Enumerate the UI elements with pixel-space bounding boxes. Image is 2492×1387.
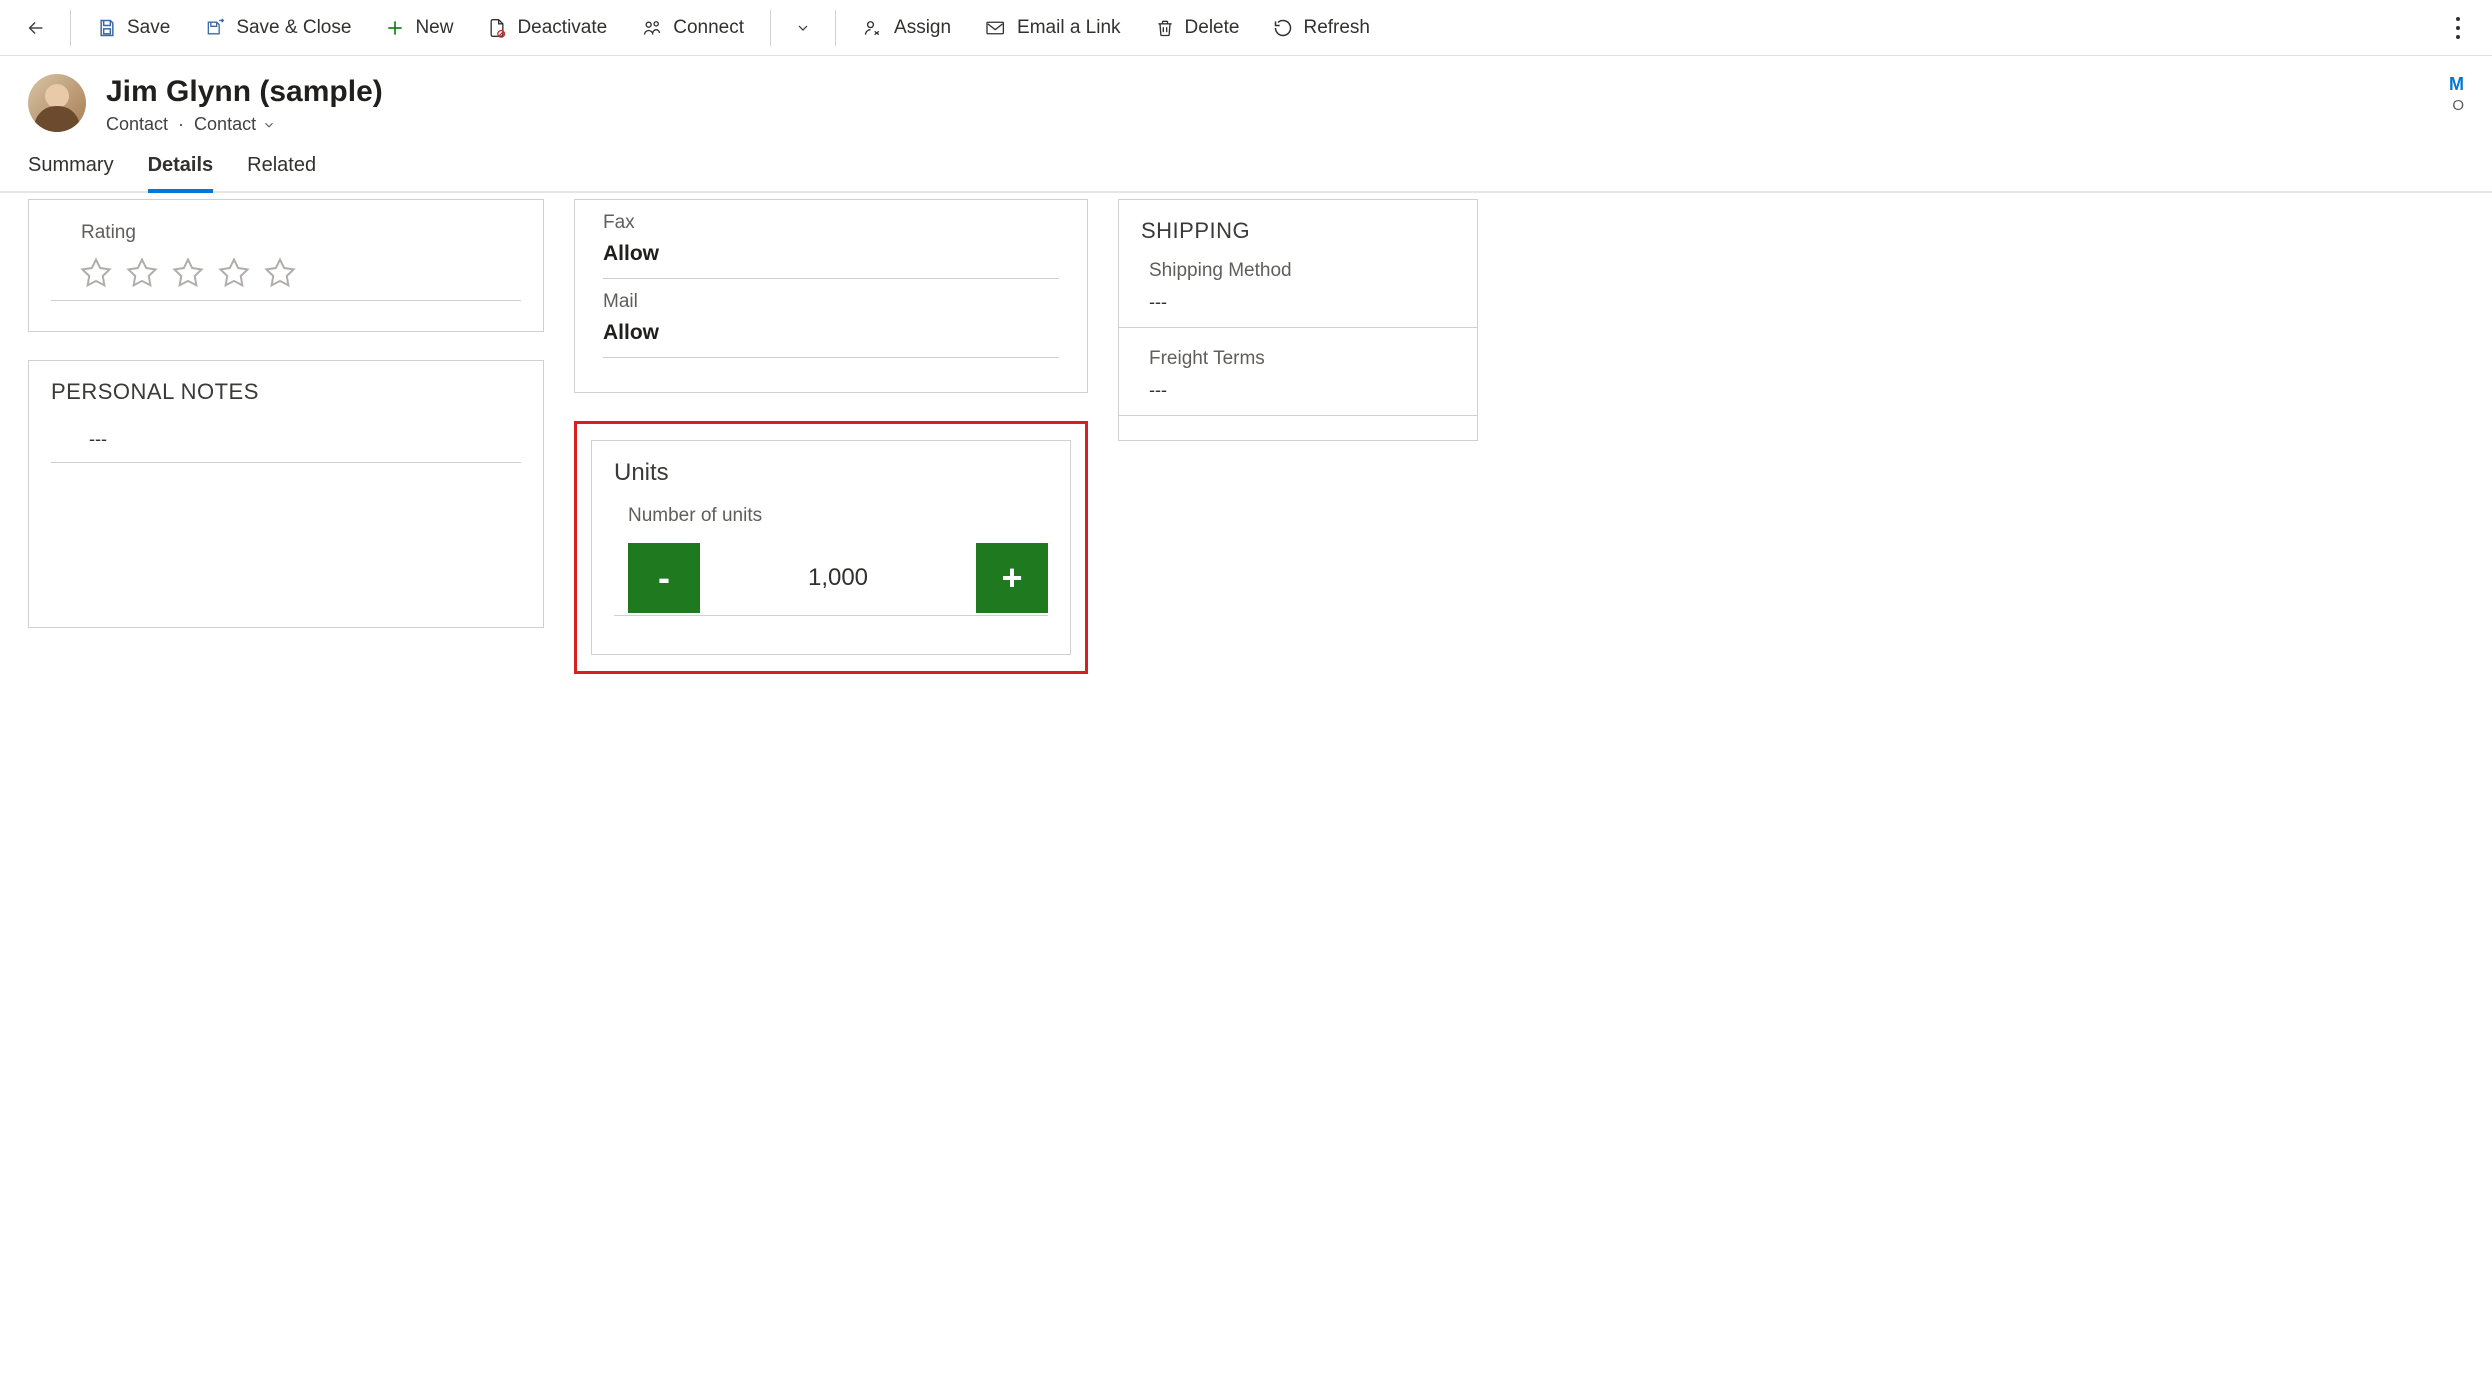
increment-button[interactable]: + [976, 543, 1048, 613]
deactivate-label: Deactivate [517, 17, 607, 39]
connect-label: Connect [673, 17, 744, 39]
chevron-down-icon [262, 118, 276, 132]
more-commands-button[interactable] [2438, 8, 2478, 48]
tab-related[interactable]: Related [247, 154, 316, 193]
divider [835, 10, 836, 46]
delete-button[interactable]: Delete [1141, 9, 1254, 47]
personal-notes-title: PERSONAL NOTES [51, 379, 521, 405]
rating-input[interactable] [51, 250, 521, 301]
connect-icon [641, 18, 663, 38]
email-icon [985, 19, 1007, 37]
connect-button[interactable]: Connect [627, 9, 758, 47]
units-card: Units Number of units - 1,000 + [591, 440, 1071, 655]
assign-icon [862, 18, 884, 38]
star-icon[interactable] [263, 256, 297, 290]
plus-icon [385, 18, 405, 38]
star-icon[interactable] [217, 256, 251, 290]
star-icon[interactable] [125, 256, 159, 290]
units-field-label: Number of units [614, 505, 1048, 527]
units-section-title: Units [614, 459, 1048, 487]
trash-icon [1155, 18, 1175, 38]
header-right-sub: O [2452, 97, 2464, 114]
separator: · [178, 114, 184, 135]
new-label: New [415, 17, 453, 39]
rating-label: Rating [51, 222, 521, 244]
personal-notes-card: PERSONAL NOTES --- [28, 360, 544, 628]
save-label: Save [127, 17, 170, 39]
mail-value[interactable]: Allow [603, 321, 1059, 358]
save-close-label: Save & Close [236, 17, 351, 39]
form-name: Contact [194, 114, 256, 135]
refresh-label: Refresh [1303, 17, 1370, 39]
record-title: Jim Glynn (sample) [106, 74, 2429, 110]
save-close-icon [204, 18, 226, 38]
arrow-left-icon [25, 17, 47, 39]
chevron-down-icon [795, 20, 811, 36]
delete-label: Delete [1185, 17, 1240, 39]
decrement-button[interactable]: - [628, 543, 700, 613]
record-header: Jim Glynn (sample) Contact · Contact M O [0, 56, 2492, 143]
star-icon[interactable] [171, 256, 205, 290]
back-button[interactable] [14, 6, 58, 50]
shipping-title: SHIPPING [1119, 218, 1477, 244]
deactivate-icon [487, 17, 507, 39]
rating-card: Rating [28, 199, 544, 332]
email-link-button[interactable]: Email a Link [971, 9, 1135, 47]
form-body: Rating PERSONAL NOTES --- Fax Allow Mail… [0, 193, 2492, 714]
contact-preferences-card: Fax Allow Mail Allow [574, 199, 1088, 393]
mail-label: Mail [603, 291, 1059, 313]
divider [770, 10, 771, 46]
assign-button[interactable]: Assign [848, 9, 965, 47]
save-button[interactable]: Save [83, 9, 184, 47]
freight-terms-value[interactable]: --- [1119, 380, 1477, 416]
header-right-initial: M [2449, 74, 2464, 95]
shipping-card: SHIPPING Shipping Method --- Freight Ter… [1118, 199, 1478, 441]
connect-split-dropdown[interactable] [783, 8, 823, 48]
save-icon [97, 18, 117, 38]
refresh-icon [1273, 18, 1293, 38]
fax-label: Fax [603, 212, 1059, 234]
units-value[interactable]: 1,000 [700, 564, 976, 592]
assign-label: Assign [894, 17, 951, 39]
deactivate-button[interactable]: Deactivate [473, 9, 621, 47]
form-selector[interactable]: Contact [194, 114, 276, 135]
star-icon[interactable] [79, 256, 113, 290]
avatar [28, 74, 86, 132]
refresh-button[interactable]: Refresh [1259, 9, 1384, 47]
new-button[interactable]: New [371, 9, 467, 47]
units-stepper: - 1,000 + [614, 543, 1048, 616]
fax-value[interactable]: Allow [603, 242, 1059, 279]
command-bar: Save Save & Close New Deactivate Connect… [0, 0, 2492, 56]
save-close-button[interactable]: Save & Close [190, 9, 365, 47]
entity-label: Contact [106, 114, 168, 135]
kebab-icon [2456, 17, 2460, 39]
shipping-method-value[interactable]: --- [1119, 292, 1477, 328]
shipping-method-label: Shipping Method [1119, 260, 1477, 282]
tab-strip: Summary Details Related [0, 143, 2492, 193]
header-right-indicator: M O [2449, 74, 2464, 114]
tab-summary[interactable]: Summary [28, 154, 114, 193]
freight-terms-label: Freight Terms [1119, 348, 1477, 370]
personal-notes-value[interactable]: --- [51, 421, 521, 463]
units-highlight-box: Units Number of units - 1,000 + [574, 421, 1088, 674]
email-link-label: Email a Link [1017, 17, 1121, 39]
tab-details[interactable]: Details [148, 154, 214, 193]
divider [70, 10, 71, 46]
